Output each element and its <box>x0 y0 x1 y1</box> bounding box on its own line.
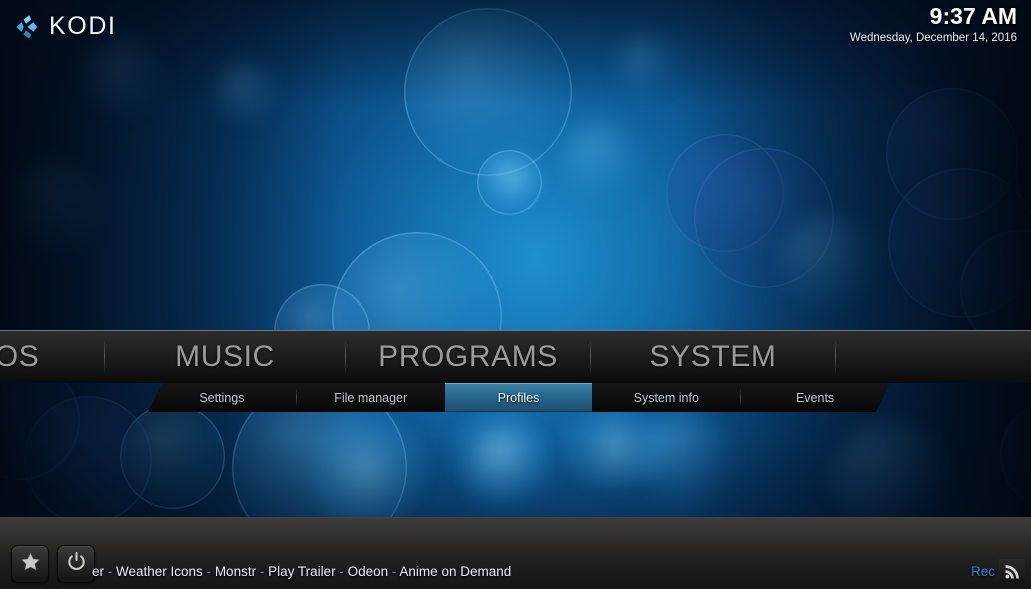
nav-item-label: SYSTEM <box>649 340 777 373</box>
rss-segment: Play Trailer <box>268 564 336 579</box>
star-icon <box>20 551 41 577</box>
header: KODI 9:37 AM Wednesday, December 14, 201… <box>0 0 1031 52</box>
nav-item-music[interactable]: MUSIC <box>105 331 345 383</box>
sub-nav-item-system-info[interactable]: System info <box>592 383 740 412</box>
sub-nav-label: Events <box>795 390 835 405</box>
nav-item-videos[interactable]: DEOS <box>0 331 104 383</box>
main-navigation-bar: DEOS MUSIC PROGRAMS SYSTEM <box>0 330 1031 383</box>
sub-nav-label: Settings <box>199 390 245 405</box>
sub-nav-label: System info <box>633 390 699 405</box>
rss-separator: - <box>335 564 348 579</box>
rss-segment: Odeon <box>347 564 389 579</box>
rss-ticker-tail-text: Rec <box>970 564 995 579</box>
nav-item-label: PROGRAMS <box>378 340 558 373</box>
kodi-logo: KODI <box>14 12 117 41</box>
sub-nav-item-profiles[interactable]: Profiles <box>445 383 593 412</box>
clock-time: 9:37 AM <box>929 3 1017 29</box>
kodi-home-screen: KODI 9:37 AM Wednesday, December 14, 201… <box>0 0 1031 589</box>
wallpaper-vertical-shading <box>0 0 1031 589</box>
rss-segment: Monstr <box>214 564 257 579</box>
sub-nav-item-settings[interactable]: Settings <box>148 383 296 412</box>
power-button[interactable] <box>57 545 95 583</box>
rss-separator: - <box>202 564 215 579</box>
favourites-button[interactable] <box>11 545 49 583</box>
nav-separator <box>835 340 836 374</box>
sub-nav-separator <box>889 388 890 407</box>
sub-nav-item-file-manager[interactable]: File manager <box>297 383 445 412</box>
rss-segment: Anime on Demand <box>399 564 512 579</box>
kodi-logo-icon <box>14 14 40 40</box>
nav-item-system[interactable]: SYSTEM <box>591 331 835 383</box>
sub-navigation-bar: Settings File manager Profiles System in… <box>148 383 890 412</box>
bottom-bar-buttons <box>11 545 95 583</box>
nav-item-label: MUSIC <box>175 340 275 373</box>
rss-segment: Weather Icons <box>116 564 203 579</box>
background-wallpaper <box>0 0 1031 589</box>
rss-separator: - <box>104 564 117 579</box>
nav-item-programs[interactable]: PROGRAMS <box>346 331 590 383</box>
kodi-logo-text: KODI <box>49 12 117 40</box>
rss-ticker[interactable]: er - Weather Icons - Monstr - Play Trail… <box>92 560 989 584</box>
nav-item-label: DEOS <box>0 340 40 373</box>
sub-nav-label: Profiles <box>497 390 540 405</box>
rss-feed-icon <box>999 559 1025 583</box>
power-icon <box>66 551 87 577</box>
rss-ticker-text: er - Weather Icons - Monstr - Play Trail… <box>92 560 989 584</box>
rss-ticker-tail: Rec <box>971 560 995 584</box>
rss-separator: - <box>388 564 400 579</box>
sub-nav-label: File manager <box>334 390 408 405</box>
clock: 9:37 AM Wednesday, December 14, 2016 <box>850 4 1017 46</box>
sub-nav-item-events[interactable]: Events <box>741 383 889 412</box>
rss-separator: - <box>256 564 269 579</box>
rss-segment: er <box>92 564 105 579</box>
clock-date: Wednesday, December 14, 2016 <box>849 32 1017 44</box>
